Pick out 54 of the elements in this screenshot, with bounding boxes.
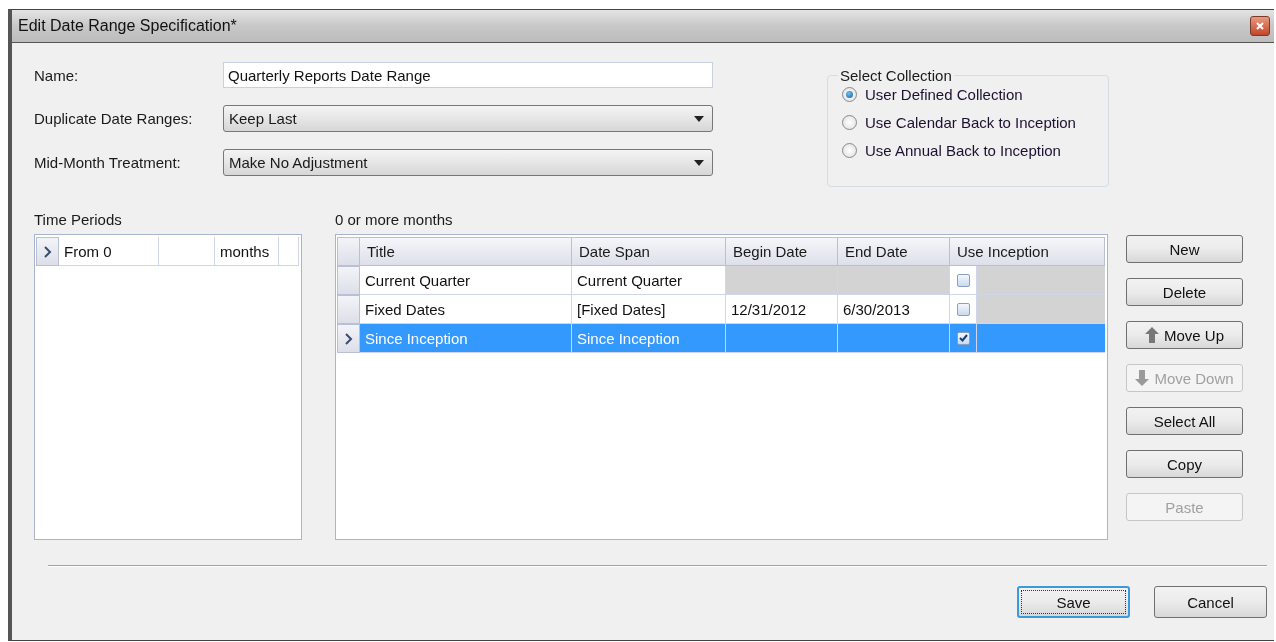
table-cell: Current Quarter	[572, 266, 726, 295]
table-cell: Fixed Dates	[360, 295, 572, 324]
table-cell: 12/31/2012	[726, 295, 838, 324]
checkbox[interactable]	[956, 331, 970, 345]
radio-button[interactable]	[842, 87, 857, 102]
caret-icon	[694, 115, 704, 122]
table-cell: Since Inception	[572, 324, 726, 353]
down-arrow-icon	[1135, 370, 1150, 386]
row-header[interactable]	[36, 237, 59, 266]
table-cell: Current Quarter	[360, 266, 572, 295]
dropdown[interactable]: Keep Last	[223, 105, 713, 132]
row-pointer-icon	[43, 245, 52, 258]
group-title: Select Collection	[839, 67, 953, 84]
field-label: Name:	[34, 66, 80, 84]
table-cell: months	[215, 237, 279, 266]
dropdown[interactable]: Make No Adjustment	[223, 149, 713, 176]
row-header[interactable]	[337, 324, 360, 353]
panel-caption: Time Periods	[34, 212, 123, 228]
column-header[interactable]: Title	[360, 237, 572, 266]
field-label: Mid-Month Treatment:	[34, 154, 182, 171]
action-button[interactable]: New	[1126, 235, 1243, 263]
radio-label[interactable]: User Defined Collection	[865, 86, 1023, 103]
radio-button[interactable]	[842, 115, 857, 130]
table-cell: From 0	[59, 237, 159, 266]
corner-header[interactable]	[337, 237, 360, 266]
dialog-button[interactable]: Save	[1017, 586, 1130, 618]
column-header[interactable]: Use Inception	[950, 237, 1105, 266]
table-cell	[159, 237, 215, 266]
radio-label[interactable]: Use Annual Back to Inception	[865, 142, 1061, 159]
table-cell: [Fixed Dates]	[572, 295, 726, 324]
action-button[interactable]: Move Up	[1126, 321, 1243, 349]
radio-label[interactable]: Use Calendar Back to Inception	[865, 114, 1076, 131]
table-cell: 6/30/2013	[838, 295, 950, 324]
action-button[interactable]: Select All	[1126, 407, 1243, 435]
table-cell	[279, 237, 299, 266]
column-header[interactable]: End Date	[838, 237, 950, 266]
dialog-button[interactable]: Cancel	[1154, 586, 1267, 618]
close-button[interactable]	[1250, 16, 1270, 36]
window-title: Edit Date Range Specification*	[18, 17, 237, 35]
column-header[interactable]: Date Span	[572, 237, 726, 266]
action-button[interactable]: Delete	[1126, 278, 1243, 306]
close-icon	[1256, 22, 1264, 30]
checkbox[interactable]	[956, 273, 970, 287]
caret-icon	[694, 159, 704, 166]
name-field[interactable]: Quarterly Reports Date Range	[223, 62, 713, 88]
field-label: Duplicate Date Ranges:	[34, 110, 194, 127]
up-arrow-icon	[1145, 327, 1159, 343]
checkbox[interactable]	[956, 302, 970, 316]
table-cell: Since Inception	[360, 324, 572, 353]
action-button[interactable]: Copy	[1126, 450, 1243, 478]
radio-button[interactable]	[842, 143, 857, 158]
column-header[interactable]: Begin Date	[726, 237, 838, 266]
grid-caption: 0 or more months	[335, 212, 454, 228]
row-pointer-icon	[344, 332, 353, 345]
